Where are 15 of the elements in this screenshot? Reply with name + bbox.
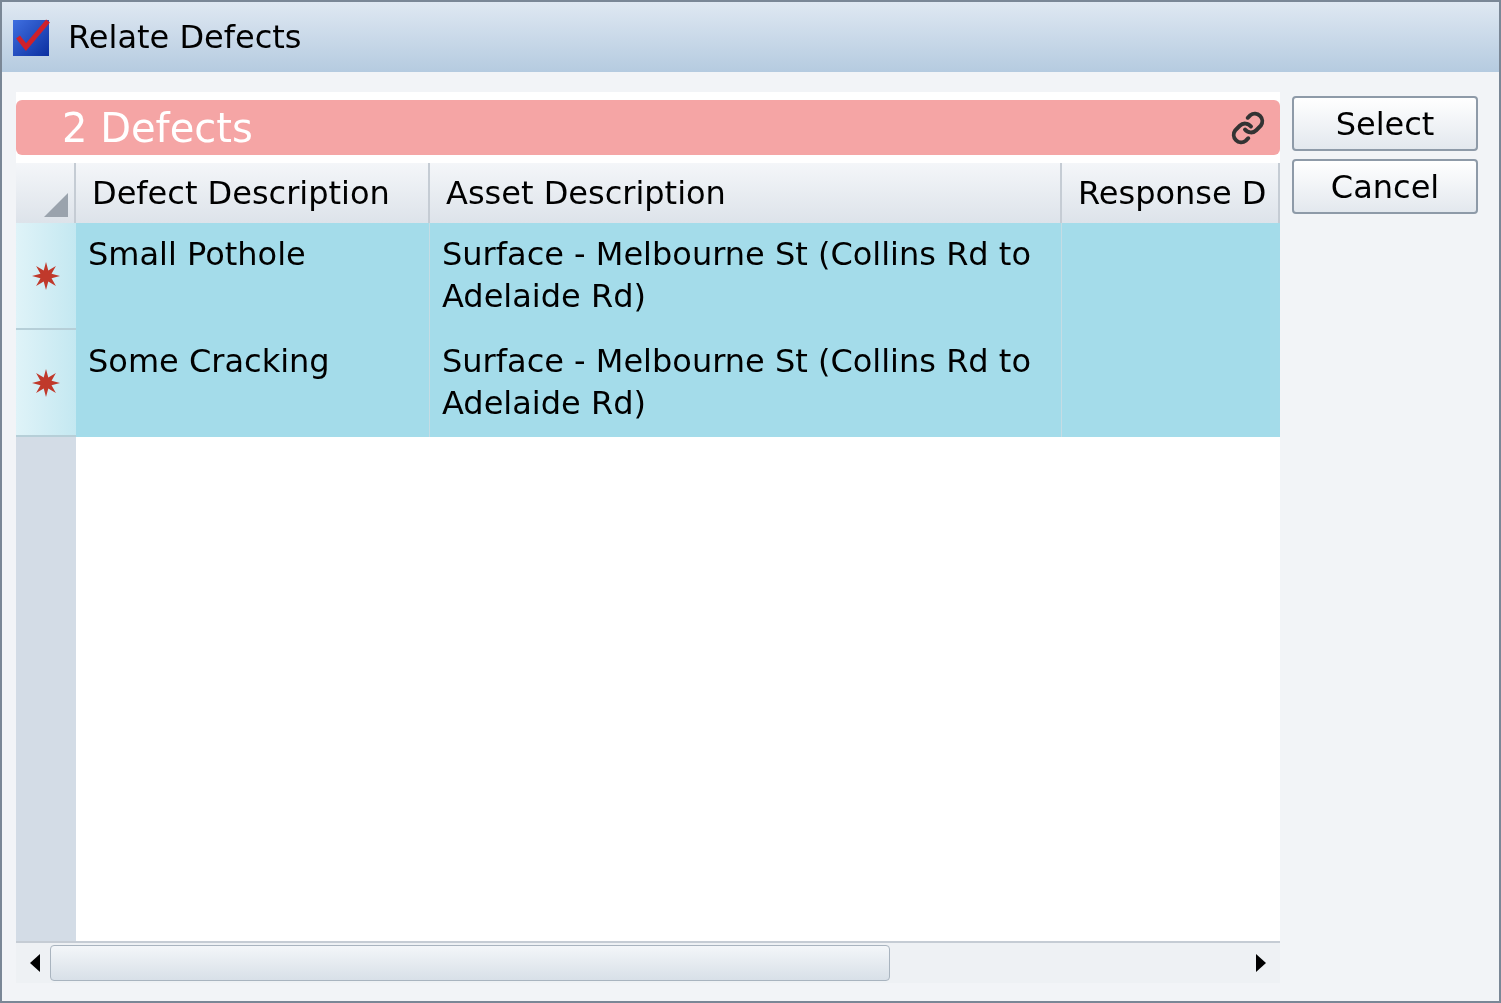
table-cell: Surface - Melbourne St (Collins Rd to Adelaide Rd) bbox=[430, 330, 1062, 437]
row-selector[interactable] bbox=[16, 330, 76, 437]
table-cell: Some Cracking bbox=[76, 330, 430, 437]
link-icon[interactable] bbox=[1230, 109, 1266, 146]
left-arrow-icon[interactable] bbox=[28, 954, 42, 972]
dialog-button[interactable]: Cancel bbox=[1292, 159, 1478, 214]
horizontal-scrollbar[interactable] bbox=[16, 941, 1280, 983]
scrollbar-thumb[interactable] bbox=[50, 945, 890, 981]
right-arrow-icon[interactable] bbox=[1254, 954, 1268, 972]
window-title: Relate Defects bbox=[68, 17, 302, 58]
row-selector[interactable] bbox=[16, 223, 76, 330]
triangle-icon bbox=[44, 193, 68, 217]
checkbox-icon bbox=[12, 17, 52, 57]
banner-title: 2 Defects bbox=[62, 103, 253, 153]
dialog-button[interactable]: Select bbox=[1292, 96, 1478, 151]
